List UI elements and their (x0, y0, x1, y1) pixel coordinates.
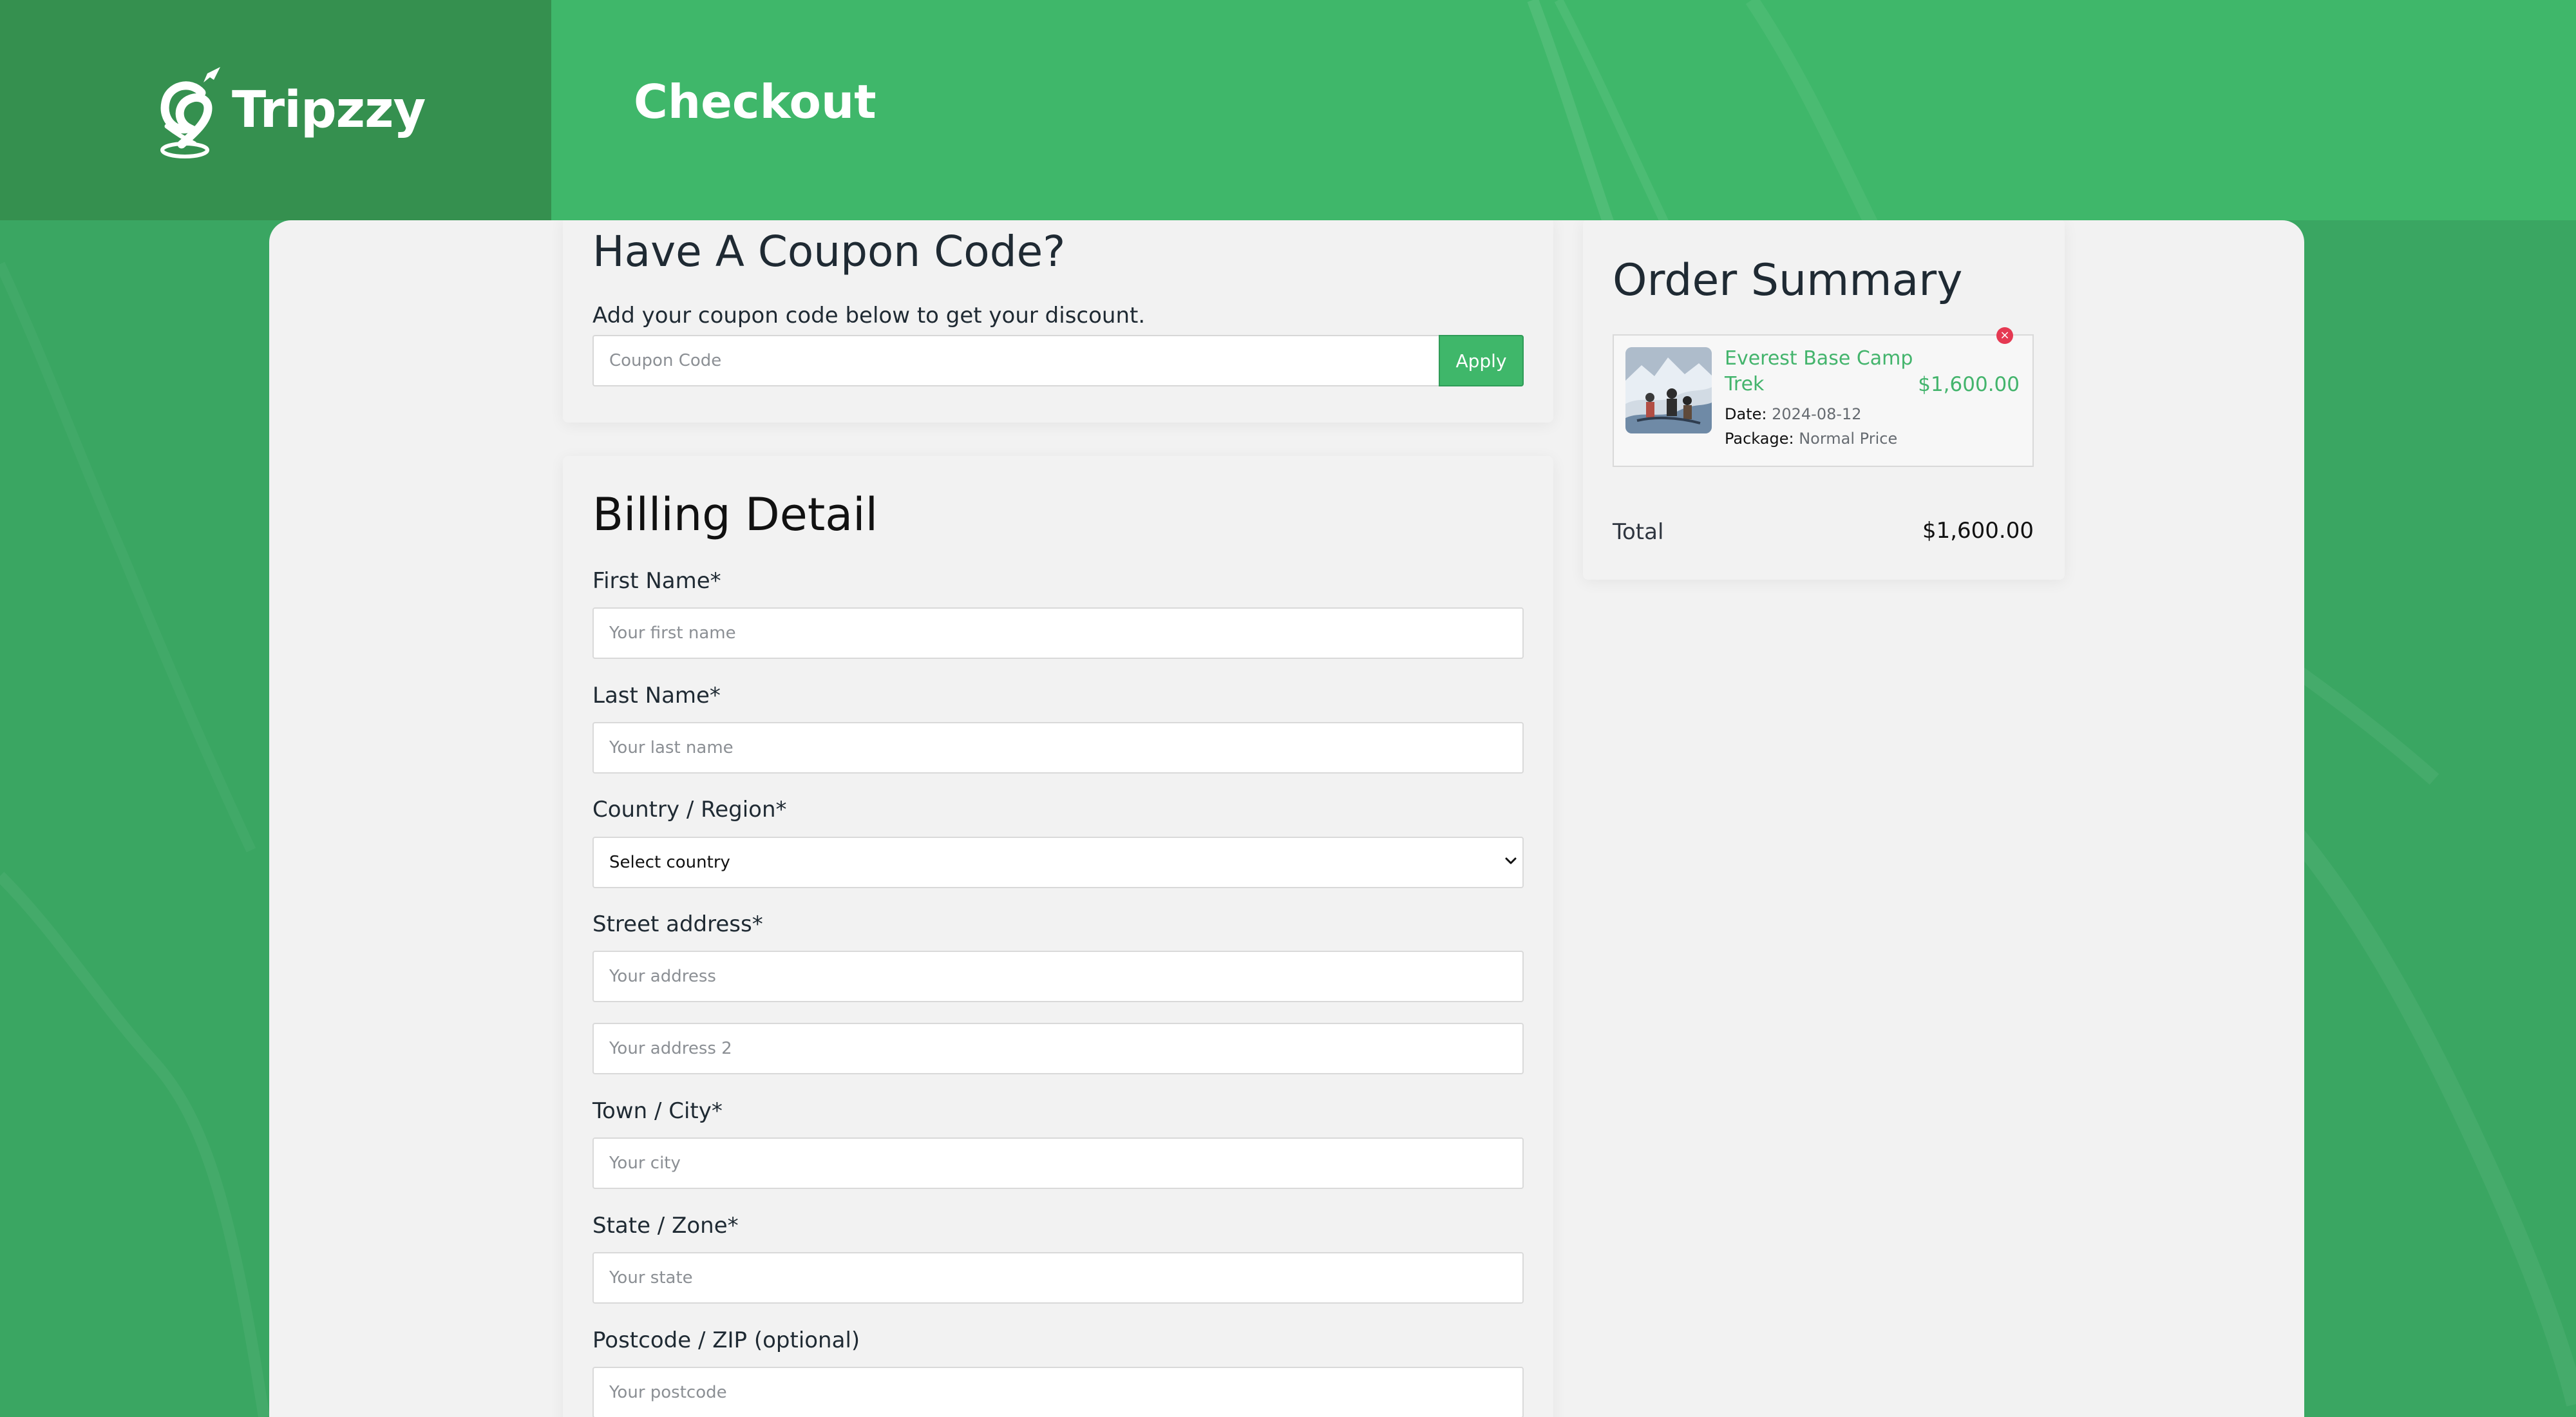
trip-price: $1,600.00 (1918, 373, 2020, 396)
street-address-input[interactable] (592, 951, 1524, 1002)
trip-image (1625, 347, 1712, 433)
city-input[interactable] (592, 1137, 1524, 1189)
billing-section: Billing Detail First Name* Last Name* Co… (563, 456, 1553, 1417)
chevron-down-icon (1505, 857, 1517, 864)
trip-date-value: 2024-08-12 (1772, 405, 1862, 423)
street-address-2-input[interactable] (592, 1023, 1524, 1074)
trip-date-label: Date: (1725, 405, 1767, 423)
street-address-label: Street address* (592, 911, 763, 937)
country-select[interactable]: Select country (592, 837, 1524, 888)
last-name-input[interactable] (592, 722, 1524, 774)
coupon-title: Have A Coupon Code? (592, 227, 1066, 276)
last-name-label: Last Name* (592, 683, 721, 708)
first-name-label: First Name* (592, 568, 721, 594)
city-label: Town / City* (592, 1098, 723, 1124)
brand-name: Tripzzy (232, 81, 426, 139)
order-summary-title: Order Summary (1613, 255, 1963, 306)
first-name-input[interactable] (592, 607, 1524, 659)
page-title: Checkout (634, 75, 876, 129)
tripzzy-logo-icon (160, 67, 220, 158)
postcode-label: Postcode / ZIP (optional) (592, 1327, 860, 1353)
country-select-wrapper[interactable]: Select country (592, 837, 1524, 888)
country-label: Country / Region* (592, 797, 787, 823)
total-value: $1,600.00 (1922, 518, 2034, 544)
coupon-code-input[interactable] (592, 335, 1439, 386)
total-label: Total (1613, 519, 1664, 545)
apply-coupon-button[interactable]: Apply (1439, 335, 1524, 386)
coupon-description: Add your coupon code below to get your d… (592, 303, 1146, 328)
postcode-input[interactable] (592, 1367, 1524, 1417)
coupon-form: Apply (592, 335, 1524, 386)
coupon-section: Have A Coupon Code? Add your coupon code… (563, 220, 1553, 423)
trip-thumbnail (1625, 347, 1712, 433)
trip-package-label: Package: (1725, 430, 1794, 448)
trip-date: Date: 2024-08-12 (1725, 405, 1862, 423)
order-item: Everest Base Camp Trek $1,600.00 Date: 2… (1613, 334, 2034, 467)
trip-name[interactable]: Everest Base Camp Trek (1725, 346, 1918, 397)
trip-name-line2[interactable]: Trek (1725, 373, 1764, 395)
trip-package-value: Normal Price (1799, 430, 1898, 448)
billing-title: Billing Detail (592, 488, 878, 541)
close-circle-icon: × (2000, 328, 2010, 342)
checkout-content: Have A Coupon Code? Add your coupon code… (269, 220, 2304, 1417)
brand-logo[interactable]: Tripzzy (157, 62, 426, 158)
trip-name-line1[interactable]: Everest Base Camp (1725, 347, 1913, 370)
state-input[interactable] (592, 1252, 1524, 1304)
state-label: State / Zone* (592, 1213, 739, 1239)
order-summary: Order Summary Everest Base Camp Trek $1,… (1583, 220, 2065, 580)
remove-item-button[interactable]: × (1996, 327, 2013, 344)
trip-package: Package: Normal Price (1725, 430, 1897, 448)
